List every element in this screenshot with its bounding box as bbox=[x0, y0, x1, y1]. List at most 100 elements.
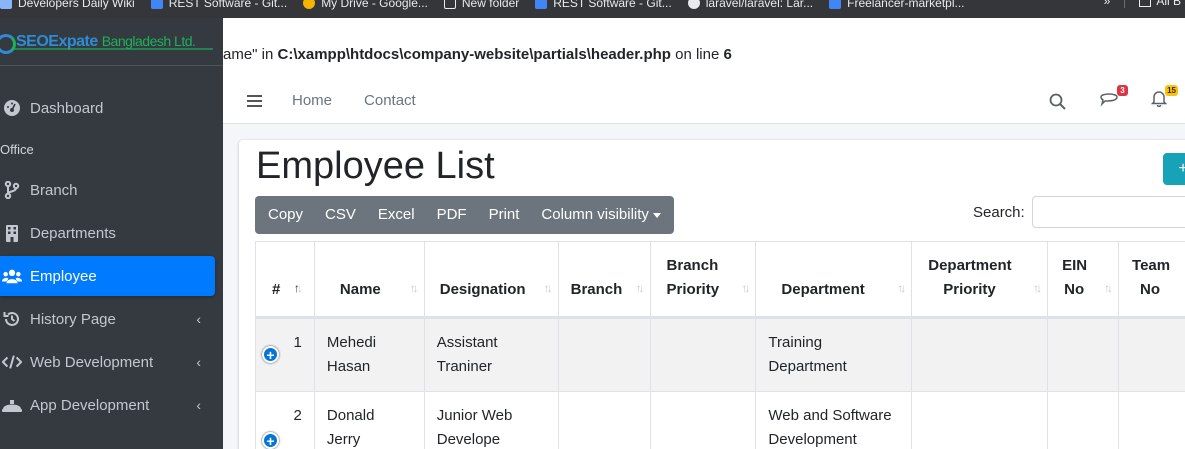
cell-branch bbox=[557, 317, 651, 392]
column-header-branch[interactable]: Branch ↑↓ bbox=[557, 241, 651, 319]
employee-table: # ↑↓ Name ↑↓ Designation ↑↓ Branch ↑↓ Branch… bbox=[255, 241, 1185, 449]
bookmarks-bar: Developers Daily Wiki REST Software - Gi… bbox=[0, 0, 1185, 18]
column-header-department-priority[interactable]: Department Priority ↑↓ bbox=[911, 241, 1049, 319]
sidebar-item-branch[interactable]: Branch bbox=[0, 170, 215, 210]
caret-down-icon bbox=[652, 212, 661, 218]
employee-list-card: Employee List + Copy CSV Excel PDF Print… bbox=[239, 140, 1185, 449]
brand-text: SEOExpate Bangladesh Ltd. bbox=[16, 32, 196, 50]
sidebar-nav: Dashboard Office Branch Departments Empl… bbox=[0, 66, 223, 425]
column-header-team-no[interactable]: Team No bbox=[1118, 241, 1185, 319]
table-header-row: # ↑↓ Name ↑↓ Designation ↑↓ Branch ↑↓ Branch… bbox=[255, 241, 1185, 319]
brand-logo-icon bbox=[0, 30, 16, 54]
menu-toggle-icon[interactable] bbox=[247, 94, 262, 107]
column-header-branch-priority[interactable]: Branch Priority ↑↓ bbox=[649, 241, 757, 319]
column-header-designation[interactable]: Designation ↑↓ bbox=[423, 241, 559, 319]
search-input[interactable] bbox=[1031, 196, 1185, 228]
nav-link-contact[interactable]: Contact bbox=[364, 92, 416, 109]
doc-icon bbox=[535, 0, 548, 9]
cell-team-no bbox=[1118, 317, 1185, 392]
sort-icon: ↑↓ bbox=[543, 281, 553, 295]
code-icon bbox=[2, 354, 22, 370]
bookmark-item[interactable]: laravel/laravel: Lar... bbox=[687, 0, 813, 10]
bookmark-item[interactable]: My Drive - Google... bbox=[303, 0, 428, 10]
bookmark-item[interactable]: REST Software - Git... bbox=[535, 0, 672, 10]
sidebar-item-history-page[interactable]: History Page ‹ bbox=[0, 299, 215, 339]
pdf-button[interactable]: PDF bbox=[426, 196, 478, 234]
cell-branch-priority bbox=[649, 317, 757, 392]
bookmark-icon bbox=[0, 0, 12, 9]
cell-index: +1 bbox=[255, 317, 315, 392]
cell-department-priority bbox=[911, 317, 1049, 392]
sort-icon: ↑↓ bbox=[409, 281, 419, 295]
notifications-button[interactable]: 15 bbox=[1147, 85, 1178, 113]
cell-team-no bbox=[1118, 391, 1185, 449]
sort-asc-icon: ↑↓ bbox=[293, 281, 303, 295]
page-title: Employee List bbox=[256, 145, 495, 187]
sort-icon: ↑↓ bbox=[1033, 281, 1042, 295]
history-icon bbox=[2, 310, 22, 328]
column-header-ein-no[interactable]: EIN No ↑↓ bbox=[1047, 241, 1120, 319]
bookmark-item[interactable]: Freelancer-marketpl... bbox=[829, 0, 965, 10]
all-bookmarks-button[interactable]: All B bbox=[1139, 0, 1181, 8]
sort-icon: ↑↓ bbox=[897, 281, 906, 295]
drive-icon bbox=[303, 0, 316, 9]
notifications-count-badge: 15 bbox=[1165, 85, 1178, 96]
dashboard-icon bbox=[2, 99, 22, 117]
chevron-left-icon: ‹ bbox=[196, 311, 201, 327]
hat-icon bbox=[2, 397, 22, 413]
sidebar-item-web-development[interactable]: Web Development ‹ bbox=[0, 342, 215, 382]
cell-designation: Assistant Traniner bbox=[423, 317, 559, 392]
table-search: Search: bbox=[973, 196, 1185, 228]
messages-count-badge: 3 bbox=[1117, 85, 1128, 96]
sort-icon: ↑↓ bbox=[635, 281, 645, 295]
cell-index: +2 bbox=[255, 391, 315, 449]
building-icon bbox=[2, 224, 22, 242]
divider bbox=[1124, 0, 1126, 8]
nav-link-home[interactable]: Home bbox=[292, 92, 332, 109]
sidebar: SEOExpate Bangladesh Ltd. Dashboard Offi… bbox=[0, 18, 223, 449]
sidebar-item-employee[interactable]: Employee bbox=[0, 256, 215, 296]
sort-icon: ↑↓ bbox=[741, 281, 750, 295]
sidebar-item-dashboard[interactable]: Dashboard bbox=[0, 88, 215, 128]
brand-logo[interactable]: SEOExpate Bangladesh Ltd. bbox=[0, 18, 223, 66]
cell-ein-no bbox=[1047, 317, 1120, 392]
top-navbar: Home Contact 3 15 bbox=[223, 78, 1185, 124]
add-employee-button[interactable]: + bbox=[1163, 153, 1185, 185]
print-button[interactable]: Print bbox=[478, 196, 531, 234]
cell-department: Training Department bbox=[755, 317, 913, 392]
sidebar-header-office: Office bbox=[0, 142, 34, 157]
excel-button[interactable]: Excel bbox=[367, 196, 426, 234]
expand-row-icon[interactable]: + bbox=[262, 346, 279, 363]
chevron-left-icon: ‹ bbox=[196, 354, 201, 370]
branch-icon bbox=[2, 181, 22, 199]
cell-branch bbox=[557, 391, 651, 449]
bookmark-item[interactable]: Developers Daily Wiki bbox=[0, 0, 135, 10]
doc-icon bbox=[829, 0, 842, 9]
folder-icon bbox=[443, 0, 456, 9]
chat-icon bbox=[1099, 91, 1119, 112]
export-button-group: Copy CSV Excel PDF Print Column visibili… bbox=[255, 196, 674, 234]
bookmark-item[interactable]: New folder bbox=[443, 0, 519, 10]
sidebar-item-app-development[interactable]: App Development ‹ bbox=[0, 385, 215, 425]
search-icon[interactable] bbox=[1045, 89, 1069, 113]
cell-department-priority bbox=[911, 391, 1049, 449]
search-label: Search: bbox=[973, 203, 1025, 221]
copy-button[interactable]: Copy bbox=[255, 196, 314, 234]
column-visibility-button[interactable]: Column visibility bbox=[530, 196, 674, 234]
sidebar-item-departments[interactable]: Departments bbox=[0, 213, 215, 253]
expand-row-icon[interactable]: + bbox=[262, 432, 279, 449]
messages-button[interactable]: 3 bbox=[1097, 85, 1128, 113]
bookmark-item[interactable]: REST Software - Git... bbox=[150, 0, 287, 10]
doc-icon bbox=[150, 0, 163, 9]
column-header-department[interactable]: Department ↑↓ bbox=[755, 241, 913, 319]
cell-name: Donald Jerry bbox=[313, 391, 425, 449]
github-icon bbox=[687, 0, 700, 9]
column-header-index[interactable]: # ↑↓ bbox=[255, 241, 315, 319]
csv-button[interactable]: CSV bbox=[314, 196, 367, 234]
table-row[interactable]: +1 Mehedi Hasan Assistant Traniner Trainin… bbox=[255, 317, 1185, 392]
cell-name: Mehedi Hasan bbox=[313, 317, 425, 392]
column-header-name[interactable]: Name ↑↓ bbox=[313, 241, 425, 319]
bookmarks-overflow-button[interactable]: » bbox=[1104, 0, 1111, 8]
table-row[interactable]: +2 Donald Jerry Junior Web Develope Web an… bbox=[255, 391, 1185, 449]
cell-department: Web and Software Development bbox=[755, 391, 913, 449]
